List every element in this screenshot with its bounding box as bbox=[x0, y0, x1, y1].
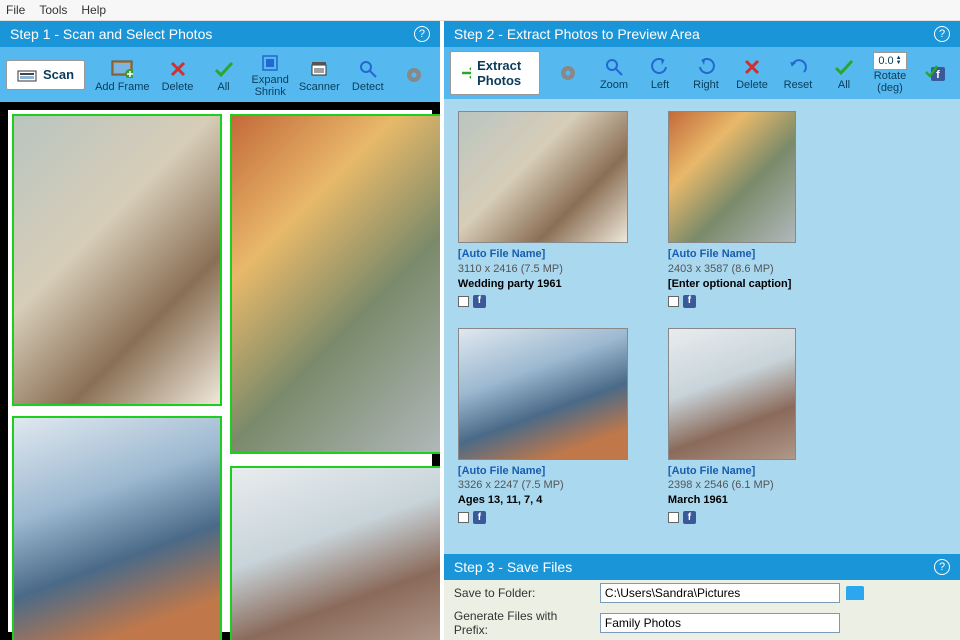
preview-area: [Auto File Name] 3110 x 2416 (7.5 MP) We… bbox=[444, 99, 960, 554]
select-checkbox[interactable] bbox=[458, 512, 469, 523]
step2-title: Step 2 - Extract Photos to Preview Area bbox=[454, 26, 700, 42]
preview-thumb[interactable] bbox=[668, 111, 796, 243]
scan-button-label: Scan bbox=[43, 67, 74, 82]
preview-item[interactable]: [Auto File Name] 3110 x 2416 (7.5 MP) We… bbox=[458, 111, 628, 308]
settings-2-button[interactable] bbox=[550, 61, 586, 85]
extract-button-label: Extract Photos bbox=[477, 58, 529, 88]
step1-title: Step 1 - Scan and Select Photos bbox=[10, 26, 212, 42]
rotate-right-icon bbox=[696, 57, 716, 77]
scan-canvas[interactable] bbox=[0, 102, 440, 640]
spinner-icon[interactable]: ▲▼ bbox=[896, 56, 902, 66]
scan-frame-1[interactable] bbox=[12, 114, 222, 406]
check-all-icon bbox=[834, 58, 854, 76]
detect-icon bbox=[358, 59, 378, 79]
select-checkbox[interactable] bbox=[668, 296, 679, 307]
preview-thumb[interactable] bbox=[458, 328, 628, 460]
help-icon[interactable]: ? bbox=[934, 26, 950, 42]
caption-field[interactable]: Ages 13, 11, 7, 4 bbox=[458, 493, 628, 508]
detect-button[interactable]: Detect bbox=[350, 57, 386, 93]
select-all-button[interactable]: All bbox=[206, 57, 242, 93]
expand-shrink-button[interactable]: Expand Shrink bbox=[252, 51, 289, 98]
rotate-left-button[interactable]: Left bbox=[642, 55, 678, 91]
scanner-config-icon bbox=[310, 60, 328, 78]
facebook-icon[interactable]: f bbox=[473, 295, 486, 308]
check-all-icon bbox=[214, 60, 234, 78]
add-frame-button[interactable]: Add Frame bbox=[95, 57, 149, 93]
scanner-config-button[interactable]: Scanner bbox=[299, 57, 340, 93]
select-all-preview-button[interactable]: All bbox=[826, 55, 862, 91]
caption-field[interactable]: March 1961 bbox=[668, 493, 838, 508]
rotate-right-button[interactable]: Right bbox=[688, 55, 724, 91]
step2-toolbar: Extract Photos Zoom Left Right Delete bbox=[444, 47, 960, 99]
scan-frame-4[interactable] bbox=[230, 466, 440, 640]
resize-icon bbox=[261, 54, 279, 72]
save-to-input[interactable] bbox=[600, 583, 840, 603]
help-icon[interactable]: ? bbox=[934, 559, 950, 575]
step2-header: Step 2 - Extract Photos to Preview Area … bbox=[444, 21, 960, 47]
arrow-right-icon bbox=[461, 67, 471, 79]
delete-icon bbox=[743, 58, 761, 76]
step1-toolbar: Scan Add Frame Delete All Expand Shrink bbox=[0, 47, 440, 102]
menu-bar: File Tools Help bbox=[0, 0, 960, 21]
dimensions-text: 2398 x 2546 (6.1 MP) bbox=[668, 478, 838, 493]
auto-filename[interactable]: [Auto File Name] bbox=[668, 247, 838, 262]
dimensions-text: 3326 x 2247 (7.5 MP) bbox=[458, 478, 628, 493]
auto-filename[interactable]: [Auto File Name] bbox=[668, 464, 838, 479]
auto-filename[interactable]: [Auto File Name] bbox=[458, 464, 628, 479]
extract-button[interactable]: Extract Photos bbox=[450, 51, 540, 95]
prefix-input[interactable] bbox=[600, 613, 840, 633]
undo-icon bbox=[788, 58, 808, 76]
settings-button[interactable] bbox=[396, 63, 432, 87]
facebook-icon[interactable]: f bbox=[683, 295, 696, 308]
svg-text:f: f bbox=[936, 69, 940, 81]
reset-button[interactable]: Reset bbox=[780, 55, 816, 91]
facebook-check-icon: f bbox=[925, 63, 947, 83]
facebook-button[interactable]: f bbox=[918, 61, 954, 85]
scan-button[interactable]: Scan bbox=[6, 60, 85, 90]
facebook-icon[interactable]: f bbox=[683, 511, 696, 524]
add-frame-icon bbox=[111, 60, 133, 78]
step1-header: Step 1 - Scan and Select Photos ? bbox=[0, 21, 440, 47]
pane-step1: Step 1 - Scan and Select Photos ? Scan A… bbox=[0, 21, 440, 640]
preview-thumb[interactable] bbox=[668, 328, 796, 460]
pane-step3: Step 3 - Save Files ? Save to Folder: Ge… bbox=[444, 554, 960, 640]
delete-icon bbox=[169, 60, 187, 78]
preview-item[interactable]: [Auto File Name] 2403 x 3587 (8.6 MP) [E… bbox=[668, 111, 838, 308]
folder-browse-icon[interactable] bbox=[846, 586, 864, 600]
rotate-left-icon bbox=[650, 57, 670, 77]
preview-item[interactable]: [Auto File Name] 3326 x 2247 (7.5 MP) Ag… bbox=[458, 328, 628, 525]
delete-preview-button[interactable]: Delete bbox=[734, 55, 770, 91]
dimensions-text: 3110 x 2416 (7.5 MP) bbox=[458, 262, 628, 277]
rotate-deg-control[interactable]: 0.0 ▲▼ Rotate (deg) bbox=[872, 52, 908, 94]
gear-icon bbox=[559, 64, 577, 82]
scanner-icon bbox=[17, 67, 37, 83]
pane-step2: Step 2 - Extract Photos to Preview Area … bbox=[444, 21, 960, 640]
dimensions-text: 2403 x 3587 (8.6 MP) bbox=[668, 262, 838, 277]
auto-filename[interactable]: [Auto File Name] bbox=[458, 247, 628, 262]
help-icon[interactable]: ? bbox=[414, 26, 430, 42]
select-checkbox[interactable] bbox=[668, 512, 679, 523]
prefix-label: Generate Files with Prefix: bbox=[454, 609, 594, 637]
facebook-icon[interactable]: f bbox=[473, 511, 486, 524]
step3-header: Step 3 - Save Files ? bbox=[444, 554, 960, 580]
zoom-button[interactable]: Zoom bbox=[596, 55, 632, 91]
scan-frame-3[interactable] bbox=[12, 416, 222, 640]
scan-frame-2[interactable] bbox=[230, 114, 440, 454]
zoom-icon bbox=[604, 57, 624, 77]
select-checkbox[interactable] bbox=[458, 296, 469, 307]
preview-item[interactable]: [Auto File Name] 2398 x 2546 (6.1 MP) Ma… bbox=[668, 328, 838, 525]
menu-file[interactable]: File bbox=[6, 3, 25, 17]
delete-button[interactable]: Delete bbox=[160, 57, 196, 93]
step3-title: Step 3 - Save Files bbox=[454, 559, 572, 575]
rotate-value: 0.0 bbox=[878, 55, 893, 67]
caption-field[interactable]: [Enter optional caption] bbox=[668, 277, 838, 292]
save-to-label: Save to Folder: bbox=[454, 586, 594, 600]
menu-help[interactable]: Help bbox=[81, 3, 106, 17]
gear-icon bbox=[405, 66, 423, 84]
caption-field[interactable]: Wedding party 1961 bbox=[458, 277, 628, 292]
menu-tools[interactable]: Tools bbox=[39, 3, 67, 17]
preview-thumb[interactable] bbox=[458, 111, 628, 243]
